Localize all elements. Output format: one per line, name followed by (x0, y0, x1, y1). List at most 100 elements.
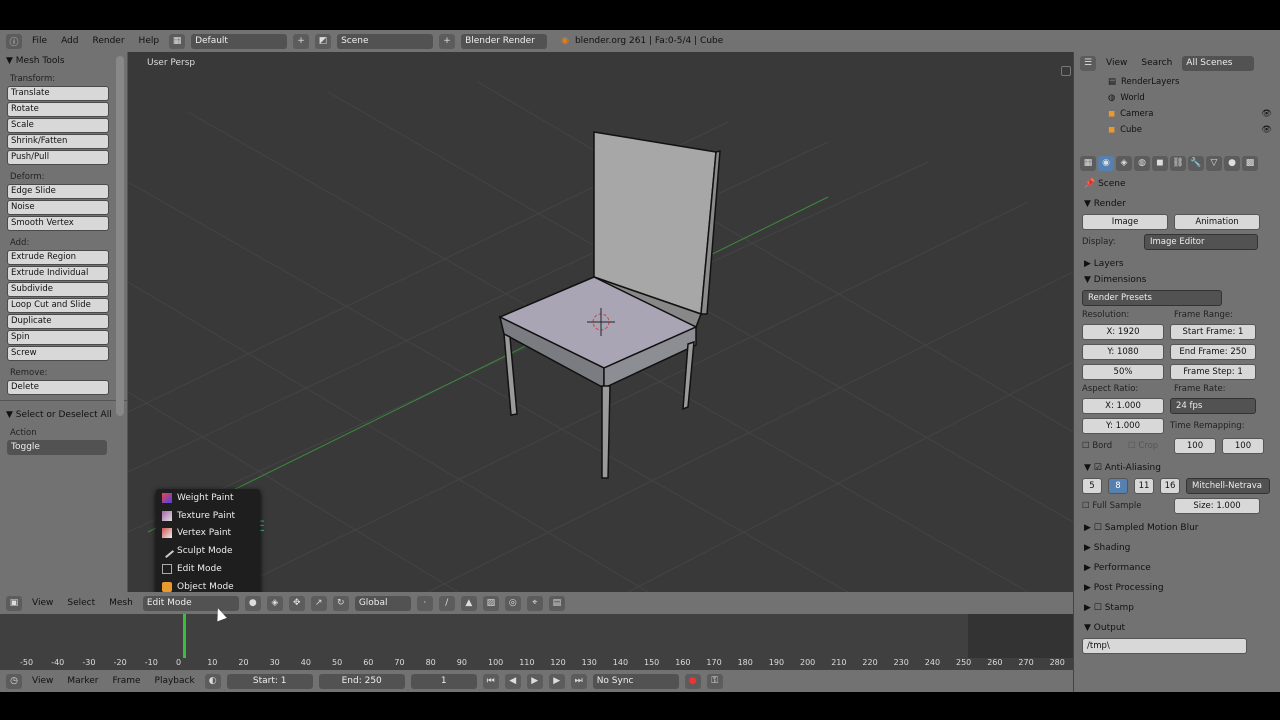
performance-header[interactable]: ▶ Performance (1074, 558, 1280, 578)
current-frame-line[interactable] (183, 614, 186, 658)
start-frame-field[interactable]: Start Frame: 1 (1170, 324, 1256, 340)
aspect-x-field[interactable]: X: 1.000 (1082, 398, 1164, 414)
frame-step-field[interactable]: Frame Step: 1 (1170, 364, 1256, 380)
layers-panel-header[interactable]: ▶ Layers (1074, 254, 1280, 274)
snap-icon[interactable]: ⌖ (526, 595, 543, 611)
noise-button[interactable]: Noise (7, 200, 109, 215)
render-panel-header[interactable]: ▼ Render (1074, 194, 1280, 214)
loop-cut-button[interactable]: Loop Cut and Slide (7, 298, 109, 313)
editor-type-icon[interactable]: ◷ (6, 673, 22, 689)
render-animation-button[interactable]: Animation (1174, 214, 1260, 230)
aa-samples-16[interactable]: 16 (1160, 478, 1180, 494)
filter-size-field[interactable]: Size: 1.000 (1174, 498, 1260, 514)
editor-type-icon[interactable]: ▣ (6, 595, 22, 611)
aa-samples-5[interactable]: 5 (1082, 478, 1102, 494)
translate-manip-icon[interactable]: ↗ (310, 595, 327, 611)
menu-mesh[interactable]: Mesh (105, 598, 137, 608)
remap-old-field[interactable]: 100 (1174, 438, 1216, 454)
output-path-field[interactable]: /tmp\ (1082, 638, 1247, 654)
proportional-edit-icon[interactable]: ◎ (504, 595, 521, 611)
scene-icon[interactable]: ◩ (315, 33, 332, 49)
motion-blur-header[interactable]: ▶ ☐ Sampled Motion Blur (1074, 518, 1280, 538)
outliner-camera[interactable]: ◼ Camera 👁 (1074, 106, 1280, 122)
aa-panel-header[interactable]: ▼ ☑ Anti-Aliasing (1074, 458, 1280, 478)
rotate-button[interactable]: Rotate (7, 102, 109, 117)
add-scene-icon[interactable]: + (439, 33, 456, 49)
face-select-icon[interactable]: ▲ (460, 595, 477, 611)
end-frame-field[interactable]: End: 250 (318, 673, 405, 689)
menu-view[interactable]: View (1102, 58, 1131, 68)
edge-slide-button[interactable]: Edge Slide (7, 184, 109, 199)
action-select[interactable]: Toggle (7, 440, 107, 455)
preview-range-icon[interactable]: ◐ (204, 673, 221, 689)
stamp-header[interactable]: ▶ ☐ Stamp (1074, 598, 1280, 618)
subdivide-button[interactable]: Subdivide (7, 282, 109, 297)
resolution-percentage-field[interactable]: 50% (1082, 364, 1164, 380)
shading-icon[interactable]: ● (244, 595, 261, 611)
vertex-select-icon[interactable]: · (416, 595, 433, 611)
crop-checkbox[interactable]: ☐ Crop (1128, 441, 1168, 451)
smooth-vertex-button[interactable]: Smooth Vertex (7, 216, 109, 231)
fps-select[interactable]: 24 fps (1170, 398, 1256, 414)
manipulator-icon[interactable]: ✥ (288, 595, 305, 611)
menu-frame[interactable]: Frame (108, 676, 144, 686)
add-layout-icon[interactable]: + (293, 33, 310, 49)
next-key-icon[interactable]: ▶ (548, 673, 565, 689)
shrink-fatten-button[interactable]: Shrink/Fatten (7, 134, 109, 149)
push-pull-button[interactable]: Push/Pull (7, 150, 109, 165)
menu-render[interactable]: Render (89, 36, 129, 46)
render-image-button[interactable]: Image (1082, 214, 1168, 230)
menu-sculpt-mode[interactable]: Sculpt Mode (156, 542, 260, 560)
render-preview-icon[interactable]: ▤ (548, 595, 565, 611)
outliner-renderlayers[interactable]: ▤ RenderLayers (1074, 74, 1280, 90)
render-engine-select[interactable]: Blender Render (461, 33, 548, 49)
menu-view[interactable]: View (28, 676, 57, 686)
extrude-region-button[interactable]: Extrude Region (7, 250, 109, 265)
resolution-y-field[interactable]: Y: 1080 (1082, 344, 1164, 360)
menu-add[interactable]: Add (57, 36, 82, 46)
limit-selection-icon[interactable]: ▨ (482, 595, 499, 611)
aa-samples-11[interactable]: 11 (1134, 478, 1154, 494)
edge-select-icon[interactable]: / (438, 595, 455, 611)
play-icon[interactable]: ▶ (526, 673, 543, 689)
mode-select[interactable]: Edit Mode (142, 595, 239, 611)
dimensions-panel-header[interactable]: ▼ Dimensions (1074, 274, 1280, 290)
jump-end-icon[interactable]: ⏭ (570, 673, 587, 689)
editor-type-icon[interactable]: ⓘ (6, 33, 22, 49)
menu-search[interactable]: Search (1137, 58, 1176, 68)
material-tab-icon[interactable]: ● (1224, 155, 1240, 171)
display-mode-select[interactable]: All Scenes (1182, 55, 1255, 71)
full-sample-checkbox[interactable]: ☐ Full Sample (1082, 501, 1168, 511)
current-frame-field[interactable]: 1 (410, 673, 477, 689)
menu-vertex-paint[interactable]: Vertex Paint (156, 525, 260, 543)
aa-filter-select[interactable]: Mitchell-Netrava (1186, 478, 1270, 494)
aa-samples-8[interactable]: 8 (1108, 478, 1128, 494)
translate-button[interactable]: Translate (7, 86, 109, 101)
menu-texture-paint[interactable]: Texture Paint (156, 507, 260, 525)
shading-header[interactable]: ▶ Shading (1074, 538, 1280, 558)
outliner-type-icon[interactable]: ☰ (1080, 55, 1096, 71)
toolshelf-scrollbar[interactable] (116, 56, 124, 416)
screw-button[interactable]: Screw (7, 346, 109, 361)
3d-viewport[interactable]: User Persp E (128, 52, 1073, 592)
mesh-tools-header[interactable]: ▼ Mesh Tools (0, 52, 127, 68)
menu-file[interactable]: File (28, 36, 51, 46)
render-tab-icon[interactable]: ◉ (1098, 155, 1114, 171)
post-processing-header[interactable]: ▶ Post Processing (1074, 578, 1280, 598)
outliner-world[interactable]: ◍ World (1074, 90, 1280, 106)
modifiers-tab-icon[interactable]: 🔧 (1188, 155, 1204, 171)
operator-panel-header[interactable]: ▼ Select or Deselect All (0, 406, 127, 422)
display-select[interactable]: Image Editor (1144, 234, 1258, 250)
outliner-cube[interactable]: ◼ Cube 👁 (1074, 122, 1280, 138)
screen-layout-icon[interactable]: ▦ (169, 33, 186, 49)
viewport-expand-icon[interactable] (1061, 66, 1071, 76)
scale-button[interactable]: Scale (7, 118, 109, 133)
pin-icon[interactable]: 📌 (1084, 179, 1095, 189)
properties-type-icon[interactable]: ▦ (1080, 155, 1096, 171)
orientation-select[interactable]: Global (354, 595, 411, 611)
remap-new-field[interactable]: 100 (1222, 438, 1264, 454)
menu-view[interactable]: View (28, 598, 57, 608)
keying-set-icon[interactable]: ⚿ (706, 673, 723, 689)
aspect-y-field[interactable]: Y: 1.000 (1082, 418, 1164, 434)
resolution-x-field[interactable]: X: 1920 (1082, 324, 1164, 340)
